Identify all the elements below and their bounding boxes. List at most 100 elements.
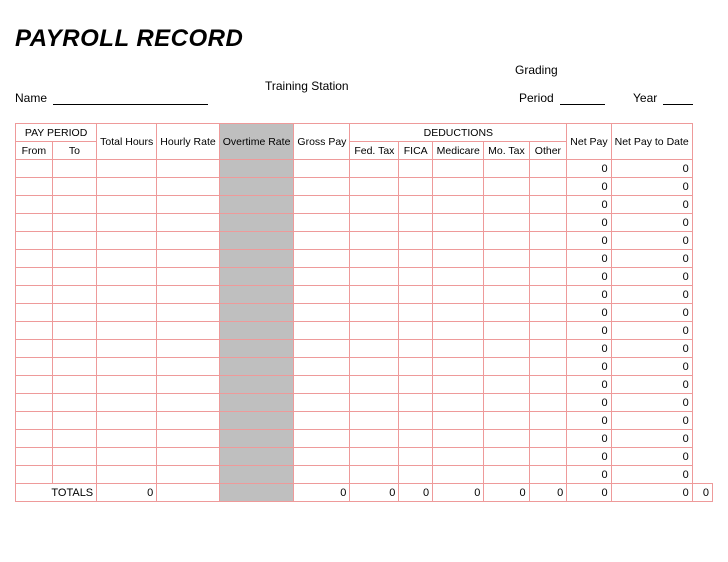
cell[interactable] bbox=[433, 448, 484, 466]
cell[interactable] bbox=[157, 430, 219, 448]
cell[interactable] bbox=[97, 412, 157, 430]
cell[interactable] bbox=[97, 376, 157, 394]
cell[interactable] bbox=[484, 394, 529, 412]
cell[interactable] bbox=[294, 376, 350, 394]
cell[interactable]: 0 bbox=[611, 304, 692, 322]
cell[interactable] bbox=[433, 322, 484, 340]
cell[interactable] bbox=[433, 286, 484, 304]
cell[interactable] bbox=[484, 286, 529, 304]
cell[interactable] bbox=[16, 430, 53, 448]
cell[interactable] bbox=[219, 376, 294, 394]
cell[interactable] bbox=[157, 340, 219, 358]
cell[interactable] bbox=[52, 322, 97, 340]
cell[interactable]: 0 bbox=[567, 232, 611, 250]
cell[interactable] bbox=[529, 376, 567, 394]
cell[interactable] bbox=[219, 214, 294, 232]
cell[interactable] bbox=[529, 178, 567, 196]
cell[interactable] bbox=[350, 214, 399, 232]
cell[interactable] bbox=[433, 304, 484, 322]
cell[interactable]: 0 bbox=[611, 196, 692, 214]
cell[interactable] bbox=[16, 394, 53, 412]
cell[interactable] bbox=[294, 466, 350, 484]
cell[interactable] bbox=[157, 466, 219, 484]
cell[interactable]: 0 bbox=[567, 178, 611, 196]
year-blank[interactable] bbox=[663, 91, 693, 105]
cell[interactable] bbox=[294, 286, 350, 304]
cell[interactable] bbox=[350, 304, 399, 322]
cell[interactable] bbox=[399, 304, 433, 322]
cell[interactable] bbox=[52, 466, 97, 484]
cell[interactable]: 0 bbox=[567, 160, 611, 178]
cell[interactable] bbox=[16, 322, 53, 340]
cell[interactable] bbox=[529, 196, 567, 214]
cell[interactable] bbox=[294, 448, 350, 466]
cell[interactable] bbox=[484, 250, 529, 268]
cell[interactable] bbox=[157, 448, 219, 466]
cell[interactable] bbox=[484, 178, 529, 196]
cell[interactable] bbox=[16, 268, 53, 286]
cell[interactable] bbox=[350, 268, 399, 286]
cell[interactable] bbox=[529, 304, 567, 322]
cell[interactable] bbox=[529, 448, 567, 466]
cell[interactable] bbox=[484, 448, 529, 466]
cell[interactable] bbox=[219, 412, 294, 430]
cell[interactable]: 0 bbox=[611, 250, 692, 268]
cell[interactable] bbox=[529, 340, 567, 358]
cell[interactable] bbox=[484, 358, 529, 376]
cell[interactable] bbox=[484, 214, 529, 232]
cell[interactable] bbox=[350, 340, 399, 358]
cell[interactable] bbox=[433, 268, 484, 286]
cell[interactable] bbox=[350, 466, 399, 484]
cell[interactable]: 0 bbox=[567, 286, 611, 304]
cell[interactable] bbox=[433, 394, 484, 412]
cell[interactable] bbox=[97, 268, 157, 286]
cell[interactable] bbox=[16, 232, 53, 250]
cell[interactable] bbox=[219, 232, 294, 250]
cell[interactable]: 0 bbox=[567, 448, 611, 466]
cell[interactable] bbox=[399, 466, 433, 484]
cell[interactable]: 0 bbox=[611, 412, 692, 430]
cell[interactable] bbox=[399, 322, 433, 340]
cell[interactable] bbox=[350, 376, 399, 394]
cell[interactable] bbox=[399, 232, 433, 250]
cell[interactable] bbox=[157, 178, 219, 196]
cell[interactable] bbox=[157, 286, 219, 304]
cell[interactable]: 0 bbox=[567, 412, 611, 430]
cell[interactable] bbox=[16, 412, 53, 430]
cell[interactable] bbox=[399, 358, 433, 376]
cell[interactable] bbox=[350, 178, 399, 196]
cell[interactable] bbox=[219, 196, 294, 214]
cell[interactable] bbox=[219, 250, 294, 268]
cell[interactable] bbox=[399, 196, 433, 214]
cell[interactable] bbox=[399, 430, 433, 448]
cell[interactable] bbox=[350, 394, 399, 412]
cell[interactable] bbox=[157, 250, 219, 268]
cell[interactable] bbox=[484, 268, 529, 286]
cell[interactable] bbox=[97, 304, 157, 322]
cell[interactable] bbox=[52, 214, 97, 232]
cell[interactable] bbox=[52, 196, 97, 214]
cell[interactable]: 0 bbox=[611, 214, 692, 232]
cell[interactable] bbox=[484, 412, 529, 430]
cell[interactable] bbox=[399, 250, 433, 268]
cell[interactable] bbox=[294, 358, 350, 376]
cell[interactable] bbox=[157, 232, 219, 250]
cell[interactable]: 0 bbox=[567, 250, 611, 268]
cell[interactable]: 0 bbox=[567, 214, 611, 232]
cell[interactable] bbox=[219, 358, 294, 376]
cell[interactable] bbox=[433, 178, 484, 196]
cell[interactable] bbox=[350, 358, 399, 376]
cell[interactable] bbox=[219, 466, 294, 484]
cell[interactable] bbox=[157, 376, 219, 394]
cell[interactable] bbox=[484, 304, 529, 322]
cell[interactable] bbox=[157, 412, 219, 430]
name-blank[interactable] bbox=[53, 91, 208, 105]
cell[interactable] bbox=[529, 412, 567, 430]
cell[interactable] bbox=[16, 376, 53, 394]
cell[interactable] bbox=[484, 340, 529, 358]
cell[interactable] bbox=[16, 286, 53, 304]
cell[interactable] bbox=[529, 268, 567, 286]
cell[interactable] bbox=[529, 466, 567, 484]
cell[interactable] bbox=[529, 322, 567, 340]
cell[interactable] bbox=[294, 340, 350, 358]
